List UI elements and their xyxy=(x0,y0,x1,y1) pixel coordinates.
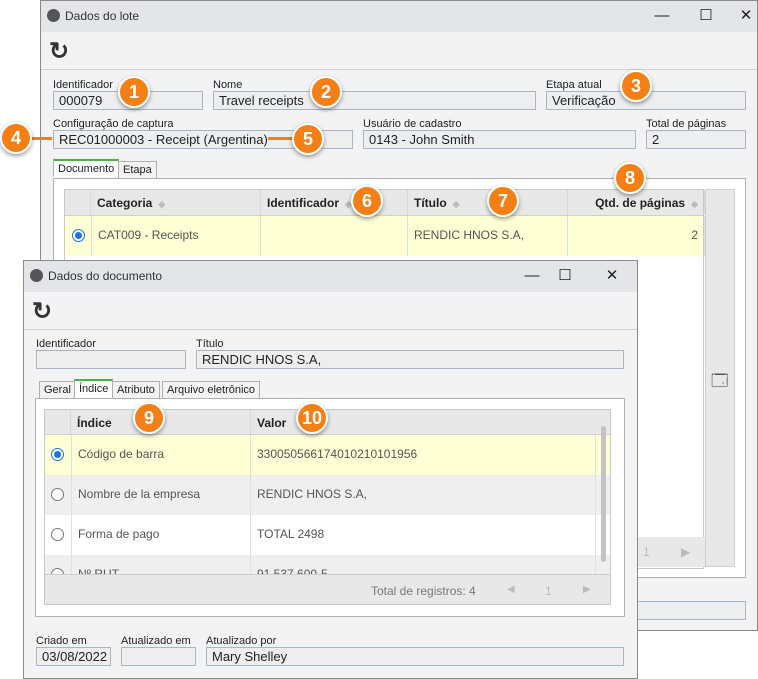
nome-label: Nome xyxy=(213,79,243,91)
side-panel: 🗔 xyxy=(705,189,735,567)
window-title: Dados do lote xyxy=(65,9,140,23)
tab-arquivo[interactable]: Arquivo eletrônico xyxy=(162,381,261,399)
row-radio[interactable] xyxy=(72,229,85,242)
callout-badge: 4 xyxy=(0,122,32,154)
globe-icon xyxy=(47,9,60,22)
globe-icon xyxy=(30,269,43,282)
prev-page-icon[interactable]: ◀ xyxy=(507,584,515,595)
row-radio[interactable] xyxy=(51,528,64,541)
tab-indice[interactable]: Índice xyxy=(74,379,114,399)
usuario-field[interactable]: 0143 - John Smith xyxy=(363,130,636,149)
table-row[interactable]: Forma de pago TOTAL 2498 xyxy=(45,515,610,555)
cell-titulo: RENDIC HNOS S.A, xyxy=(408,216,568,256)
grid-footer: Total de registros: 4 ◀ 1 ▶ xyxy=(45,574,610,604)
col-categoria[interactable]: Categoria ◆ xyxy=(91,190,261,215)
identificador-label: Identificador xyxy=(36,338,96,350)
usuario-label: Usuário de cadastro xyxy=(363,118,462,130)
titulo-label: Título xyxy=(196,338,224,350)
title-bar: Dados do lote — ☐ ✕ xyxy=(41,1,757,32)
cell-indice: Forma de pago xyxy=(71,515,251,555)
cell-paginas: 2 xyxy=(568,216,705,256)
tab-geral[interactable]: Geral xyxy=(39,381,76,399)
callout-badge: 6 xyxy=(351,185,383,217)
criado-field[interactable]: 03/08/2022 xyxy=(36,647,111,666)
config-label: Configuração de captura xyxy=(53,118,174,130)
identificador-field[interactable] xyxy=(36,350,186,369)
table-row[interactable]: Código de barra 330050566174010210101956 xyxy=(45,435,610,475)
cell-valor: 330050566174010210101956 xyxy=(251,435,596,475)
page-number[interactable]: 1 xyxy=(643,545,650,559)
callout-badge: 8 xyxy=(614,162,646,194)
titulo-field[interactable]: RENDIC HNOS S.A, xyxy=(196,350,624,369)
table-row[interactable]: CAT009 - Receipts RENDIC HNOS S.A, 2 xyxy=(65,216,705,256)
close-button[interactable]: ✕ xyxy=(597,265,627,287)
next-page-icon[interactable]: ▶ xyxy=(583,584,591,595)
col-identificador[interactable]: Identificador ◆ xyxy=(261,190,408,215)
callout-badge: 5 xyxy=(292,123,324,155)
total-records: Total de registros: 4 xyxy=(371,584,476,598)
atualizado-field[interactable] xyxy=(121,647,196,666)
etapa-label: Etapa atual xyxy=(546,79,602,91)
total-label: Total de páginas xyxy=(646,118,727,130)
toolbar: ↻ xyxy=(41,32,757,70)
atualizado-por-label: Atualizado por xyxy=(206,635,277,647)
callout-badge: 3 xyxy=(620,70,652,102)
callout-line xyxy=(30,137,52,140)
atualizado-por-field[interactable]: Mary Shelley xyxy=(206,647,624,666)
minimize-button[interactable]: — xyxy=(517,265,547,287)
scrollbar[interactable] xyxy=(601,426,606,562)
identificador-label: Identificador xyxy=(53,79,113,91)
title-bar: Dados do documento — ☐ ✕ xyxy=(24,261,637,292)
callout-line xyxy=(268,137,294,140)
document-window: Dados do documento — ☐ ✕ ↻ Identificador… xyxy=(23,260,638,679)
callout-badge: 7 xyxy=(487,185,519,217)
page-number[interactable]: 1 xyxy=(545,584,552,598)
refresh-icon[interactable]: ↻ xyxy=(32,297,52,326)
row-radio[interactable] xyxy=(51,488,64,501)
maximize-button[interactable]: ☐ xyxy=(691,5,721,27)
tab-etapa[interactable]: Etapa xyxy=(118,161,157,179)
col-paginas[interactable]: Qtd. de páginas ◆ xyxy=(568,190,705,215)
close-button[interactable]: ✕ xyxy=(731,5,758,27)
cell-valor: RENDIC HNOS S.A, xyxy=(251,475,596,515)
table-row[interactable]: Nombre de la empresa RENDIC HNOS S.A, xyxy=(45,475,610,515)
tab-panel: Índice Valor Código de barra 33005056617… xyxy=(35,398,625,617)
criado-label: Criado em xyxy=(36,635,87,647)
row-radio[interactable] xyxy=(51,448,64,461)
callout-badge: 9 xyxy=(133,402,165,434)
grid-header: Categoria ◆ Identificador ◆ Título ◆ Qtd. d… xyxy=(65,190,705,216)
cell-indice: Código de barra xyxy=(71,435,251,475)
cell-identificador xyxy=(261,216,408,256)
toolbar: ↻ xyxy=(24,292,637,330)
total-field[interactable]: 2 xyxy=(646,130,746,149)
nome-field[interactable]: Travel receipts xyxy=(213,91,536,110)
tab-atributo[interactable]: Atributo xyxy=(112,381,160,399)
cell-categoria: CAT009 - Receipts xyxy=(91,216,261,256)
next-page-icon[interactable]: ▶ xyxy=(681,545,690,559)
atualizado-label: Atualizado em xyxy=(121,635,191,647)
refresh-icon[interactable]: ↻ xyxy=(49,37,69,66)
maximize-button[interactable]: ☐ xyxy=(550,265,580,287)
cell-indice: Nombre de la empresa xyxy=(71,475,251,515)
callout-badge: 10 xyxy=(296,402,328,434)
minimize-button[interactable]: — xyxy=(647,5,677,27)
tab-documento[interactable]: Documento xyxy=(53,159,120,177)
callout-badge: 1 xyxy=(118,76,150,108)
cell-valor: TOTAL 2498 xyxy=(251,515,596,555)
index-grid: Índice Valor Código de barra 33005056617… xyxy=(44,409,611,605)
view-document-icon[interactable]: 🗔 xyxy=(711,370,728,397)
callout-badge: 2 xyxy=(310,76,342,108)
window-title: Dados do documento xyxy=(48,269,163,283)
